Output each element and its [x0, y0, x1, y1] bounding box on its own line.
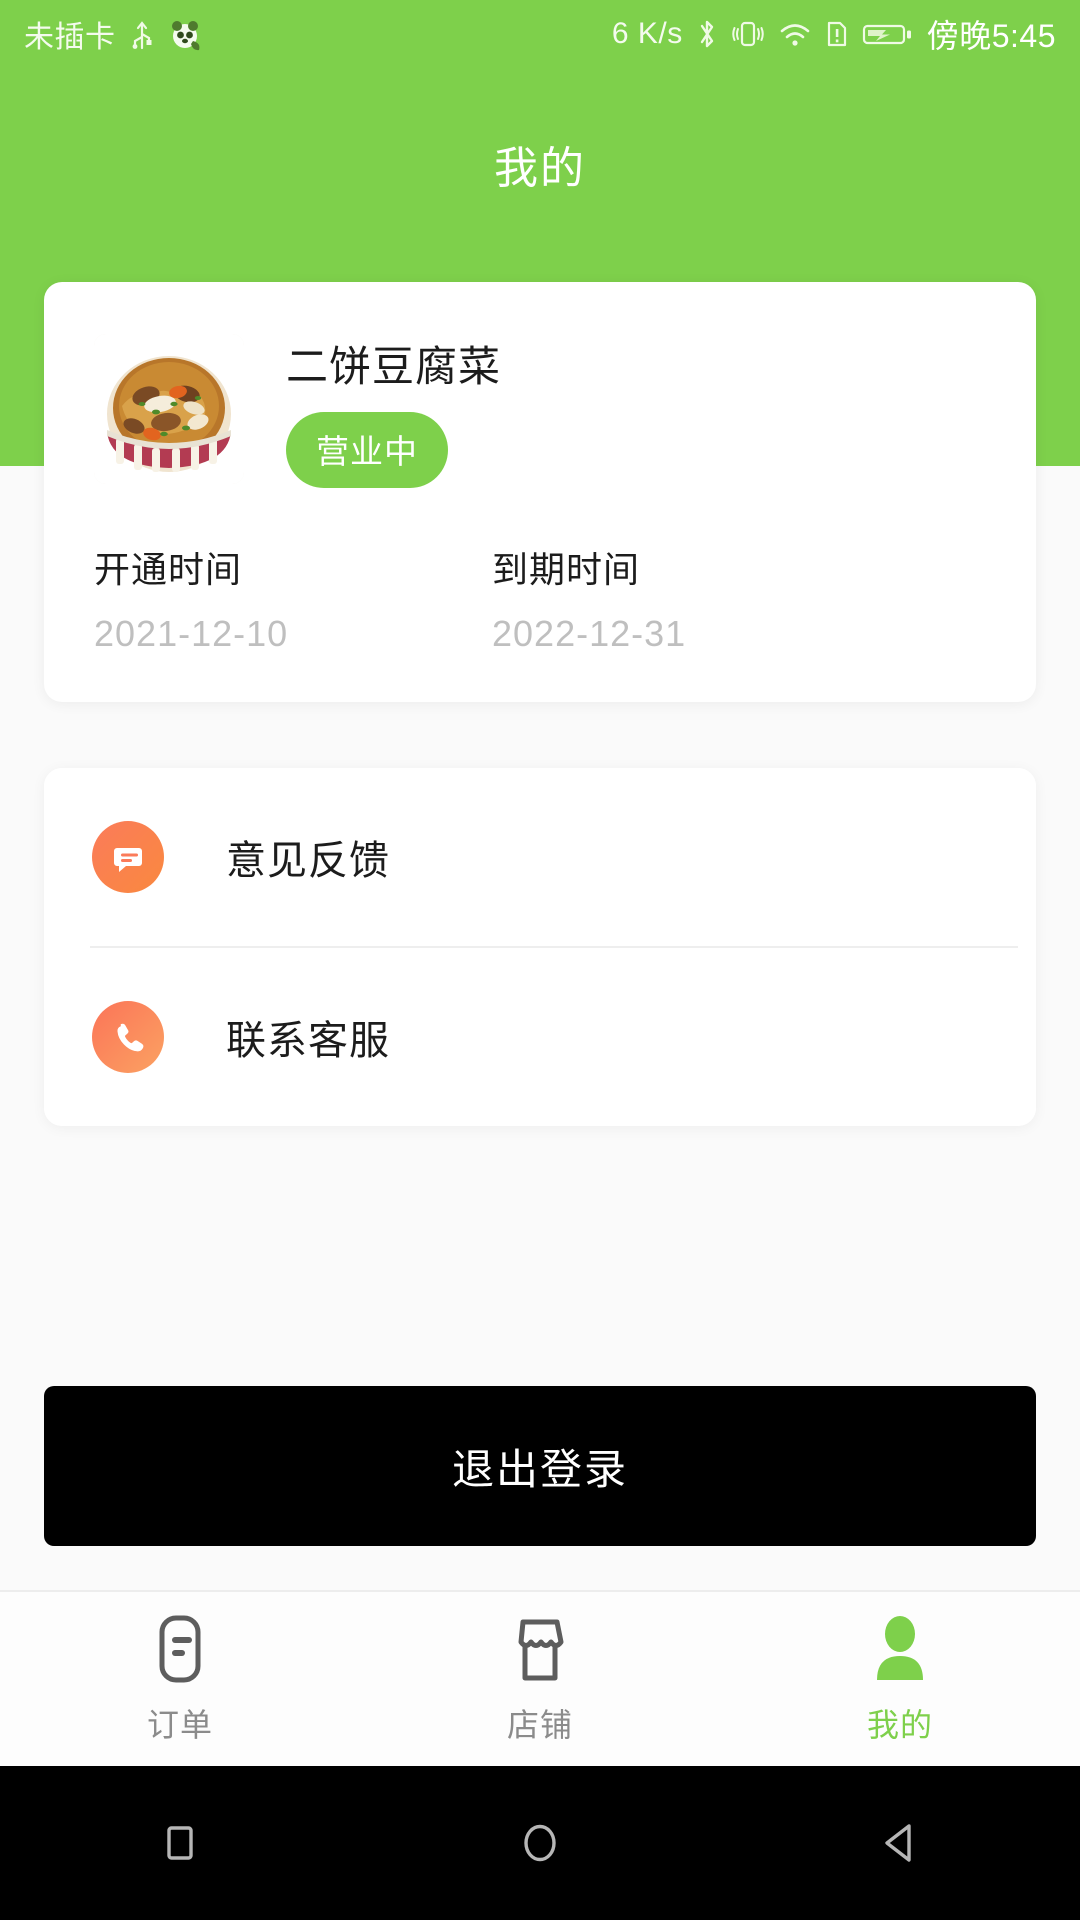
battery-charging-icon — [862, 17, 914, 51]
menu-item-feedback[interactable]: 意见反馈 — [44, 768, 1036, 946]
shop-header-row: 二饼豆腐菜 营业中 — [94, 334, 501, 488]
tab-label: 我的 — [866, 1707, 933, 1743]
tab-label: 店铺 — [506, 1707, 573, 1743]
bluetooth-icon — [696, 17, 718, 51]
tab-label: 订单 — [146, 1707, 213, 1743]
activation-date-value: 2021-12-10 — [94, 612, 289, 654]
android-nav-bar — [0, 1766, 1080, 1920]
logout-button[interactable]: 退出登录 — [44, 1386, 1036, 1546]
menu-card: 意见反馈 联系客服 — [44, 768, 1036, 1126]
network-speed-label: 6 K/s — [611, 17, 683, 50]
triangle-back-icon[interactable] — [840, 1793, 960, 1893]
expiry-date-value: 2022-12-31 — [492, 612, 687, 654]
tab-orders[interactable]: 订单 — [0, 1592, 360, 1766]
square-recents-icon[interactable] — [120, 1793, 240, 1893]
activation-date-field: 开通时间 2021-12-10 — [94, 550, 288, 653]
shop-profile-card[interactable]: 二饼豆腐菜 营业中 开通时间 2021-12-10 到期时间 2022-12-3… — [44, 282, 1036, 702]
chat-bubble-icon — [92, 821, 164, 893]
wifi-icon — [778, 17, 812, 51]
status-bar: 未插卡 6 K/s 傍晚5:45 — [0, 0, 1080, 68]
expiry-date-label: 到期时间 — [492, 549, 641, 590]
expiry-date-field: 到期时间 2022-12-31 — [492, 550, 686, 653]
usb-icon — [130, 17, 154, 51]
shop-name: 二饼豆腐菜 — [286, 343, 502, 390]
phone-icon — [92, 1001, 164, 1073]
bottom-tab-bar: 订单 店铺 我的 — [0, 1590, 1080, 1766]
circle-home-icon[interactable] — [480, 1793, 600, 1893]
panda-app-icon — [168, 17, 202, 51]
menu-item-support[interactable]: 联系客服 — [44, 948, 1036, 1126]
person-icon — [865, 1612, 935, 1686]
receipt-icon — [145, 1612, 215, 1686]
status-badge[interactable]: 营业中 — [286, 412, 448, 488]
carrier-label: 未插卡 — [24, 21, 116, 54]
clock-label: 傍晚5:45 — [926, 18, 1056, 54]
activation-date-label: 开通时间 — [94, 549, 243, 590]
shop-info: 二饼豆腐菜 营业中 — [286, 334, 501, 488]
phone-screen: 我的 未插卡 6 K/s 傍晚5:45 二饼豆腐菜 营业中 开通时间 2021-… — [0, 0, 1080, 1920]
menu-item-label: 联系客服 — [226, 1019, 390, 1063]
tab-profile[interactable]: 我的 — [720, 1592, 1080, 1766]
vibrate-icon — [731, 17, 765, 51]
status-bar-right: 6 K/s 傍晚5:45 — [612, 11, 1056, 57]
status-bar-left: 未插卡 — [24, 12, 202, 56]
menu-item-label: 意见反馈 — [226, 839, 390, 883]
tab-shop[interactable]: 店铺 — [360, 1592, 720, 1766]
store-icon — [505, 1612, 575, 1686]
sim-alert-icon — [825, 17, 849, 51]
noodle-bowl-photo — [94, 334, 244, 484]
page-title: 我的 — [494, 144, 586, 193]
